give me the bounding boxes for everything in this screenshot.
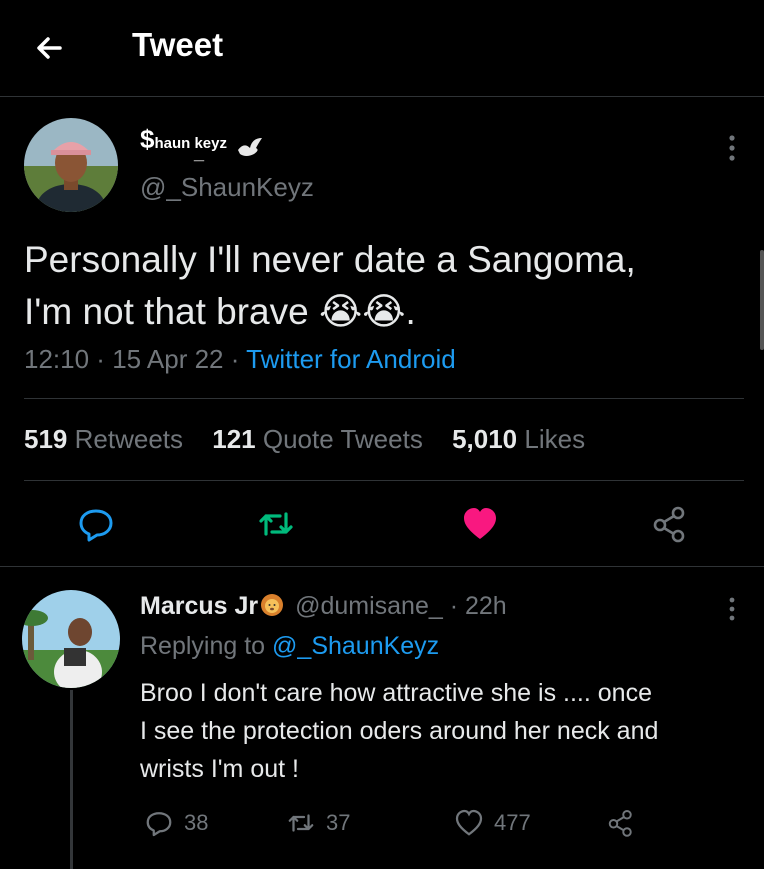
reply-like-button[interactable]: 477 — [454, 806, 531, 840]
retweets-stat[interactable]: 519 Retweets — [24, 424, 183, 454]
reply-display-name[interactable]: Marcus Jr — [140, 592, 258, 620]
lion-icon — [261, 594, 284, 616]
reply-share-button[interactable] — [606, 806, 646, 840]
reply-text: Broo I don't care how attractive she is … — [140, 679, 659, 783]
replying-to-link[interactable]: @_ShaunKeyz — [272, 632, 439, 660]
more-icon[interactable] — [722, 130, 742, 166]
reply-header: Marcus Jr @dumisane_ · 22h — [140, 592, 507, 621]
reply-icon[interactable] — [76, 504, 116, 544]
like-count: 477 — [494, 810, 531, 835]
tweet-source-link[interactable]: Twitter for Android — [246, 344, 456, 374]
divider — [0, 566, 764, 567]
display-name[interactable]: $haun keyz _ — [140, 124, 227, 164]
page-title: Tweet — [132, 26, 224, 63]
user-handle[interactable]: @_ShaunKeyz — [140, 172, 314, 203]
tweet-stats: 519 Retweets 121 Quote Tweets 5,010 Like… — [24, 424, 585, 455]
top-bar: Tweet — [0, 0, 764, 97]
reply-handle[interactable]: @dumisane_ — [295, 592, 443, 620]
heart-icon[interactable] — [460, 504, 500, 544]
reply-age: · 22h — [449, 592, 507, 620]
retweet-icon — [288, 814, 314, 832]
heart-icon — [455, 809, 483, 836]
retweet-count: 37 — [326, 810, 351, 835]
likes-stat[interactable]: 5,010 Likes — [452, 424, 585, 454]
tweet-time: 12:10 — [24, 344, 90, 374]
crying-emoji: 😭😭 — [319, 291, 406, 332]
reply-reply-button[interactable]: 38 — [144, 806, 208, 840]
divider — [24, 398, 744, 399]
replying-to: Replying to @_ShaunKeyz — [140, 632, 440, 660]
dove-icon — [238, 138, 262, 156]
reply-retweet-button[interactable]: 37 — [286, 806, 350, 840]
reply-count: 38 — [184, 810, 209, 835]
scrollbar[interactable] — [760, 250, 764, 350]
tweet-date: 15 Apr 22 — [112, 344, 224, 374]
divider — [24, 480, 744, 481]
share-icon — [608, 810, 632, 837]
reply-icon — [146, 812, 172, 837]
back-arrow-icon[interactable] — [30, 28, 70, 68]
thread-line — [70, 690, 73, 869]
retweet-icon[interactable] — [256, 504, 296, 544]
quote-tweets-stat[interactable]: 121 Quote Tweets — [212, 424, 423, 454]
avatar[interactable] — [22, 590, 120, 688]
avatar[interactable] — [24, 118, 118, 212]
tweet-text: Personally I'll never date a Sangoma, I'… — [24, 239, 636, 332]
share-icon[interactable] — [650, 504, 690, 544]
more-icon[interactable] — [722, 594, 742, 624]
tweet-meta: 12:10 · 15 Apr 22 · Twitter for Android — [24, 344, 456, 374]
